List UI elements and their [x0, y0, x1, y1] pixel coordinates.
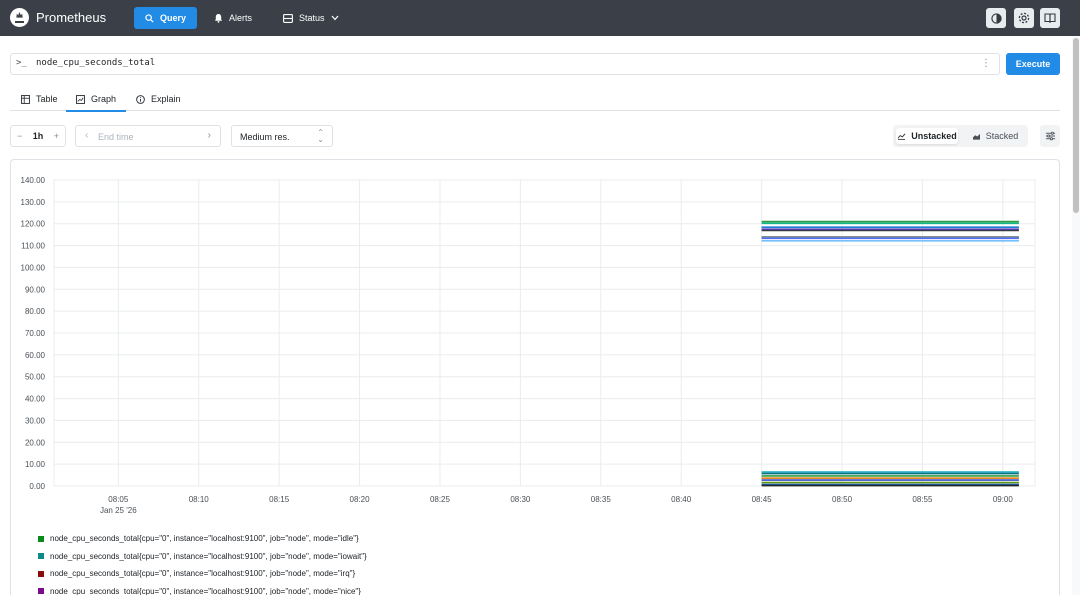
x-tick-label: 08:25 [430, 495, 451, 504]
y-tick-label: 10.00 [25, 460, 46, 469]
legend-item[interactable]: node_cpu_seconds_total{cpu="0", instance… [38, 565, 367, 583]
x-tick-label: 08:45 [752, 495, 773, 504]
time-series-chart[interactable]: 140.00 130.00 120.00 110.00 100.00 90.00 80.00… [0, 0, 1060, 525]
x-date-label: Jan 25 '26 [100, 506, 137, 515]
y-tick-label: 80.00 [25, 307, 46, 316]
y-tick-label: 60.00 [25, 351, 46, 360]
x-tick-label: 08:35 [591, 495, 612, 504]
y-tick-label: 50.00 [25, 373, 46, 382]
y-tick-label: 120.00 [21, 220, 46, 229]
scrollbar-thumb[interactable] [1073, 38, 1079, 213]
x-tick-label: 08:40 [671, 495, 692, 504]
legend-label: node_cpu_seconds_total{cpu="0", instance… [50, 586, 361, 595]
legend-swatch [38, 588, 44, 595]
legend-swatch [38, 553, 44, 560]
legend-label: node_cpu_seconds_total{cpu="0", instance… [50, 534, 359, 544]
y-tick-label: 40.00 [25, 395, 46, 404]
y-tick-label: 130.00 [21, 198, 46, 207]
legend-item[interactable]: node_cpu_seconds_total{cpu="0", instance… [38, 583, 367, 595]
page-scrollbar[interactable] [1072, 36, 1080, 595]
legend-label: node_cpu_seconds_total{cpu="0", instance… [50, 551, 367, 561]
x-tick-label: 08:20 [350, 495, 371, 504]
y-tick-label: 100.00 [21, 263, 46, 272]
series-legend: node_cpu_seconds_total{cpu="0", instance… [38, 530, 367, 595]
y-tick-label: 30.00 [25, 416, 46, 425]
legend-item[interactable]: node_cpu_seconds_total{cpu="0", instance… [38, 530, 367, 548]
y-tick-label: 140.00 [21, 176, 46, 185]
x-tick-label: 08:15 [269, 495, 290, 504]
x-tick-label: 08:10 [189, 495, 210, 504]
x-tick-label: 08:05 [108, 495, 129, 504]
legend-label: node_cpu_seconds_total{cpu="0", instance… [50, 569, 356, 579]
y-tick-label: 0.00 [29, 482, 45, 491]
x-tick-label: 08:55 [912, 495, 933, 504]
y-tick-label: 110.00 [21, 242, 45, 251]
legend-swatch [38, 570, 44, 577]
legend-swatch [38, 535, 44, 542]
y-tick-label: 20.00 [25, 438, 46, 447]
legend-item[interactable]: node_cpu_seconds_total{cpu="0", instance… [38, 548, 367, 566]
x-tick-label: 08:30 [510, 495, 531, 504]
y-tick-label: 90.00 [25, 285, 46, 294]
y-tick-label: 70.00 [25, 329, 46, 338]
x-tick-label: 09:00 [993, 495, 1014, 504]
x-tick-label: 08:50 [832, 495, 853, 504]
